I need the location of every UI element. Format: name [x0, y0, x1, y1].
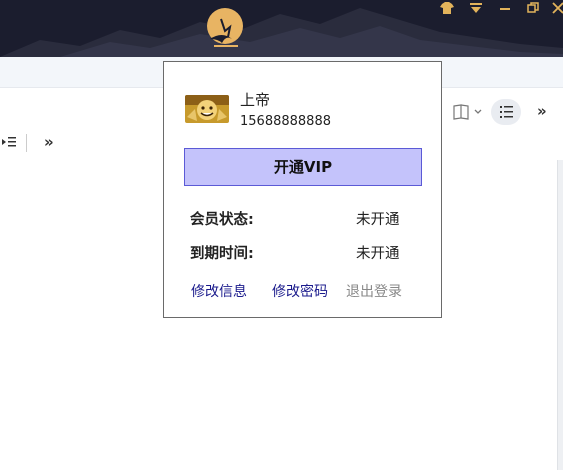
expand-more-button[interactable]: » — [44, 133, 54, 151]
open-vip-button[interactable]: 开通VIP — [184, 148, 422, 186]
expire-time-label: 到期时间: — [190, 246, 254, 262]
skin-icon[interactable] — [438, 2, 456, 18]
username: 上帝 — [240, 91, 271, 109]
more-tools-button[interactable]: » — [537, 102, 547, 120]
member-status-label: 会员状态: — [190, 212, 254, 228]
indent-icon[interactable] — [2, 136, 16, 152]
phone-number: 15688888888 — [240, 114, 331, 129]
minimize-icon[interactable] — [496, 2, 514, 18]
avatar[interactable] — [185, 95, 229, 123]
book-icon[interactable] — [453, 104, 483, 124]
toolbar-divider — [26, 134, 27, 152]
menu-icon[interactable] — [467, 2, 485, 18]
app-header — [0, 0, 563, 57]
change-password-link[interactable]: 修改密码 — [272, 281, 328, 301]
restore-icon[interactable] — [524, 2, 542, 18]
app-logo — [207, 8, 243, 47]
member-status-value: 未开通 — [356, 212, 400, 228]
edit-info-link[interactable]: 修改信息 — [191, 281, 247, 301]
expire-time-value: 未开通 — [356, 246, 400, 262]
list-view-button[interactable] — [491, 99, 521, 125]
close-icon[interactable] — [549, 2, 563, 18]
scrollbar[interactable] — [557, 160, 563, 470]
user-popup: 上帝 15688888888 开通VIP 会员状态: 未开通 到期时间: 未开通… — [163, 61, 442, 318]
logout-link[interactable]: 退出登录 — [346, 281, 402, 301]
